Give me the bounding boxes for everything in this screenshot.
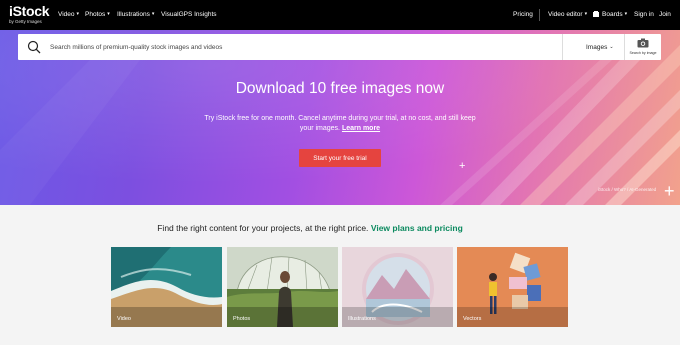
search-bar: Images⌄ Search by image [18,34,661,60]
card-label: Illustrations [348,316,376,322]
card-vectors[interactable]: Vectors [457,247,568,327]
card-label: Vectors [463,316,482,322]
hero-title: Download 10 free images now [235,80,445,97]
card-video[interactable]: Video [111,247,222,327]
chevron-down-icon: ▾ [624,11,628,17]
learn-more-link[interactable]: Learn more [342,125,380,132]
chevron-down-icon: ▾ [107,11,110,17]
image-credit: iStock / Who? / AI-Generated [598,187,657,192]
search-icon[interactable] [27,40,41,54]
hero-banner: Images⌄ Search by image Download 10 free… [0,30,680,205]
logo-wordmark: iStock [9,3,50,19]
istock-logo[interactable]: iStock by Getty Images [9,3,51,25]
card-label: Video [117,316,131,322]
search-by-image-label: Search by image [629,51,657,55]
top-nav: iStock by Getty Images Video ▾ Photos ▾ Il… [0,0,680,30]
illustrations-thumbnail [342,247,453,327]
search-divider [562,34,563,60]
logo-tagline: by Getty Images [9,19,42,24]
hero-subtitle: Try iStock free for one month. Cancel an… [204,115,476,132]
nav-pricing[interactable]: Pricing [513,11,533,18]
nav-join[interactable]: Join [659,11,671,18]
vectors-thumbnail [457,247,568,327]
plus-icon: + [664,181,675,201]
chevron-down-icon: ⌄ [609,44,614,50]
camera-icon [637,38,649,48]
chevron-down-icon: ▾ [76,11,80,17]
nav-video[interactable]: Video ▾ [58,11,79,18]
nav-sign-in[interactable]: Sign in [634,11,654,18]
nav-visualgps[interactable]: VisualGPS Insights [161,11,217,18]
search-by-image-button[interactable]: Search by image [625,34,661,60]
photos-thumbnail [227,247,338,327]
card-photos[interactable]: Photos [227,247,338,327]
nav-illustrations[interactable]: Illustrations ▾ [117,11,154,18]
card-illustrations[interactable]: Illustrations [342,247,453,327]
chevron-down-icon: ▾ [584,11,588,17]
chevron-down-icon: ▾ [151,11,155,17]
nav-photos[interactable]: Photos ▾ [85,11,110,18]
search-type-dropdown[interactable]: Images ⌄ [586,44,614,51]
video-thumbnail [111,247,222,327]
boards-icon [593,11,599,17]
search-input[interactable] [50,39,555,55]
nav-video-editor[interactable]: Video editor ▾ [548,11,587,18]
start-free-trial-button[interactable]: Start your free trial [299,149,381,167]
nav-boards[interactable]: Boards ▾ [593,11,627,18]
nav-divider [539,9,540,21]
plus-icon: + [459,160,466,172]
view-plans-link[interactable]: View plans and pricing [371,223,463,233]
card-label: Photos [233,316,251,322]
plans-heading: Find the right content for your projects… [157,223,463,233]
